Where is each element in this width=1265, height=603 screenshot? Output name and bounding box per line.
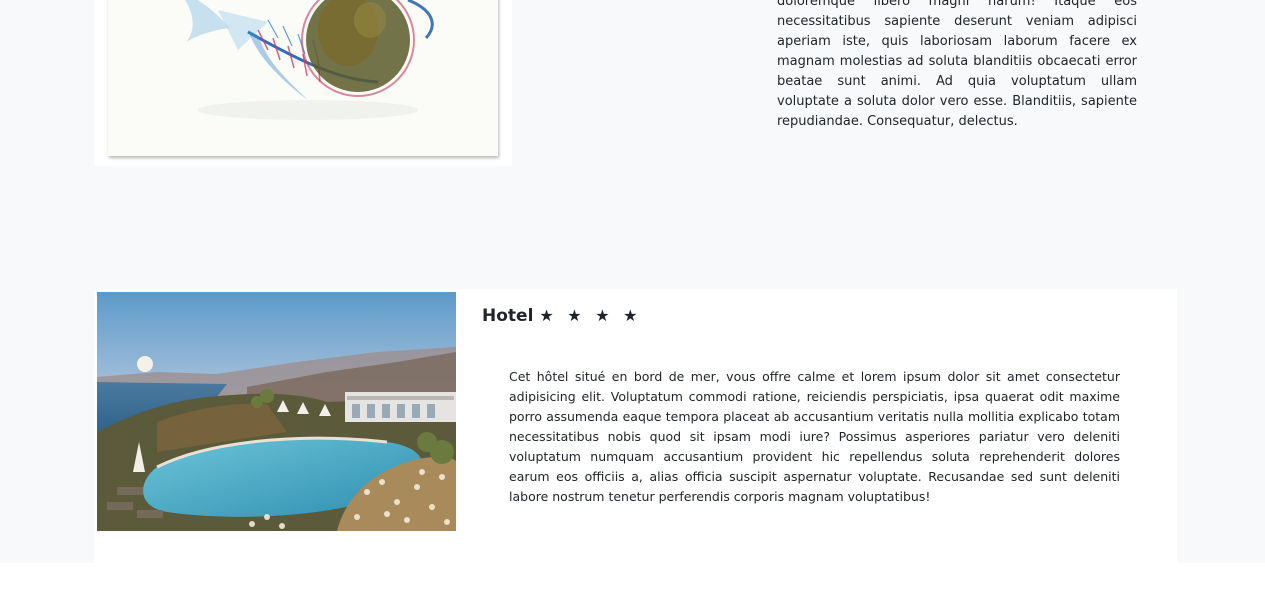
star-rating: ★ ★ ★ ★ <box>539 306 642 325</box>
hotel-name: Hotel <box>482 306 534 326</box>
hotel-title: Hotel ★ ★ ★ ★ <box>482 304 641 328</box>
hotel-card: Hotel ★ ★ ★ ★ Cet hôtel situé en bord de … <box>94 289 1177 563</box>
hotel-image <box>97 292 456 531</box>
fish-image <box>108 0 498 156</box>
hotel-description: Cet hôtel situé en bord de mer, vous off… <box>509 369 1120 504</box>
fish-image-card <box>94 0 512 166</box>
hotel-pool-illustration <box>97 292 456 531</box>
fish-illustration <box>108 0 498 156</box>
intro-paragraph: doloremque libero magni harum! Itaque eo… <box>777 0 1137 129</box>
